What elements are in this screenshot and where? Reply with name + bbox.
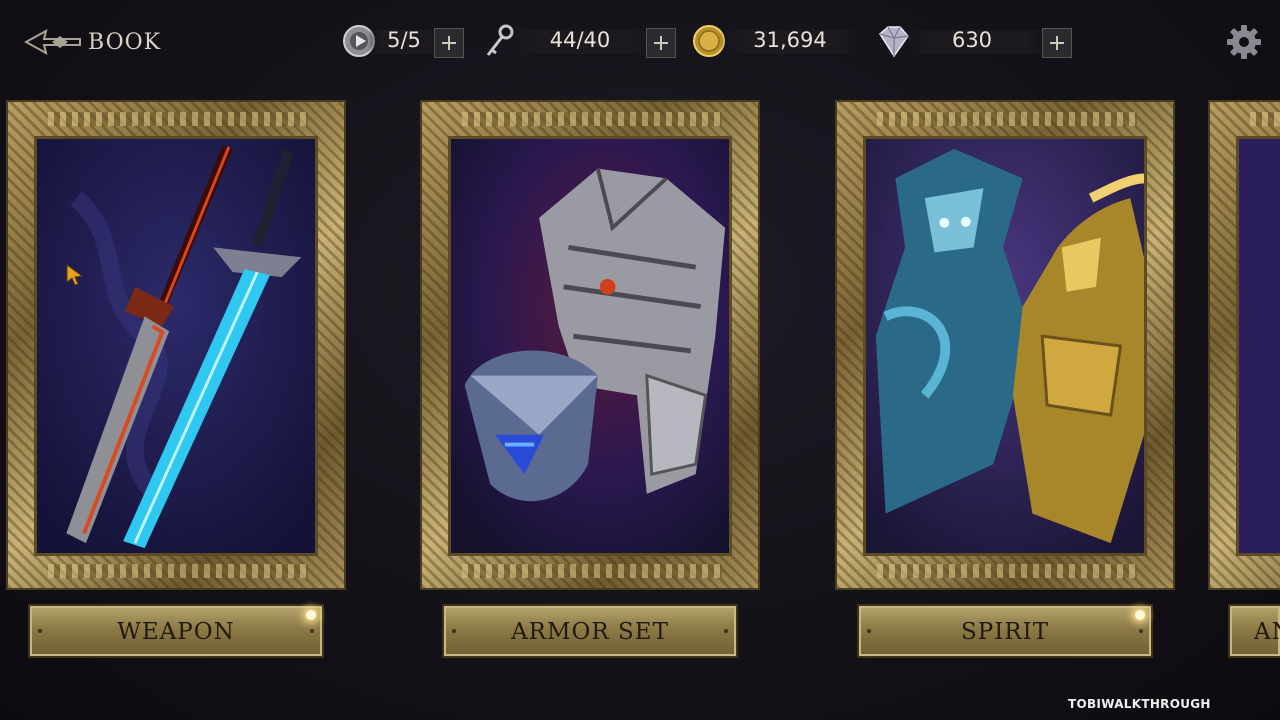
resource-stamina: 5/5 [342, 24, 472, 58]
keys-add-button[interactable] [646, 28, 676, 58]
resource-gold: 31,694 [692, 24, 868, 58]
plaque-armor-set[interactable]: ARMOR SET [442, 604, 738, 658]
armor-helmet-art [451, 139, 729, 553]
partial-card-art [1239, 139, 1280, 553]
notification-dot [306, 610, 316, 620]
card-label-armor-set: ARMOR SET [511, 619, 669, 645]
stamina-value: 5/5 [387, 28, 421, 52]
notification-dot [1135, 610, 1145, 620]
twin-swords-art [37, 139, 315, 553]
resource-keys: 44/40 [482, 24, 678, 58]
gold-value: 31,694 [753, 28, 827, 52]
plaque-weapon[interactable]: WEAPON [28, 604, 324, 658]
plaque-spirit[interactable]: SPIRIT [857, 604, 1153, 658]
gems-value: 630 [951, 28, 993, 52]
card-label-partial: AN [1254, 619, 1280, 645]
back-button[interactable]: BOOK [24, 24, 161, 60]
back-label: BOOK [88, 29, 162, 55]
mouse-cursor-icon [66, 264, 84, 286]
card-armor-set[interactable] [420, 100, 760, 590]
gems-add-button[interactable] [1042, 28, 1072, 58]
watermark: TOBIWALKTHROUGH [1068, 697, 1211, 711]
card-partial[interactable] [1208, 100, 1280, 590]
spirit-warriors-art [866, 139, 1144, 553]
card-frame [420, 100, 760, 590]
card-frame [1208, 100, 1280, 590]
card-frame [835, 100, 1175, 590]
card-spirit[interactable] [835, 100, 1175, 590]
plaque-partial[interactable]: AN [1228, 604, 1280, 658]
gear-icon[interactable] [1224, 22, 1264, 62]
top-bar: BOOK 5/5 44/40 31,694 630 [0, 0, 1280, 84]
resource-gems: 630 [876, 24, 1076, 58]
card-frame [6, 100, 346, 590]
keys-value: 44/40 [549, 28, 611, 52]
card-weapon[interactable] [6, 100, 346, 590]
card-label-spirit: SPIRIT [960, 619, 1050, 645]
card-label-weapon: WEAPON [117, 619, 235, 645]
back-arrow-icon [24, 29, 81, 55]
stamina-add-button[interactable] [434, 28, 464, 58]
